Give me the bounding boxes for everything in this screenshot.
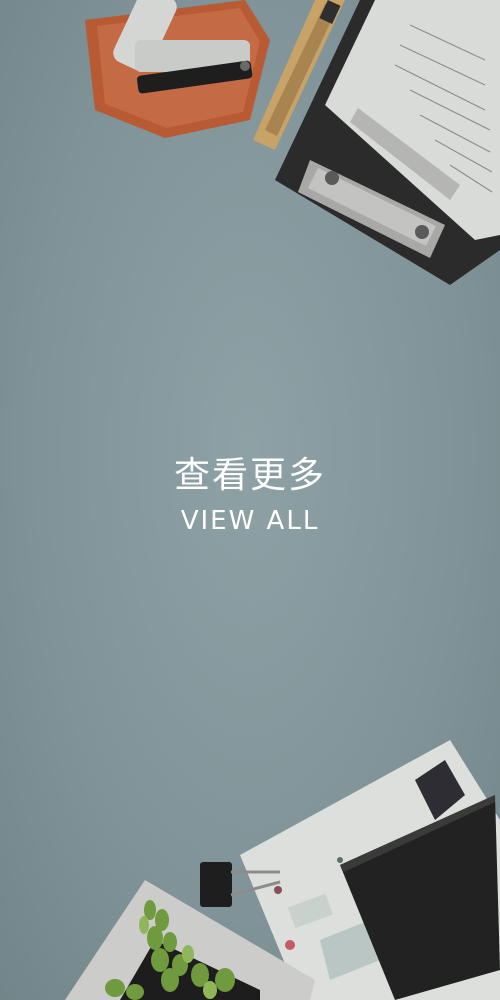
notebook-icon — [340, 795, 500, 1000]
view-all-title-en: VIEW ALL — [180, 506, 320, 536]
clipboard-icon — [275, 0, 500, 285]
view-all-title-cn: 查看更多 — [173, 455, 326, 496]
view-all-link[interactable]: 查看更多 VIEW ALL — [0, 452, 500, 538]
plant-icon — [65, 880, 315, 1000]
view-all-panel[interactable]: 查看更多 VIEW ALL — [0, 0, 500, 1000]
